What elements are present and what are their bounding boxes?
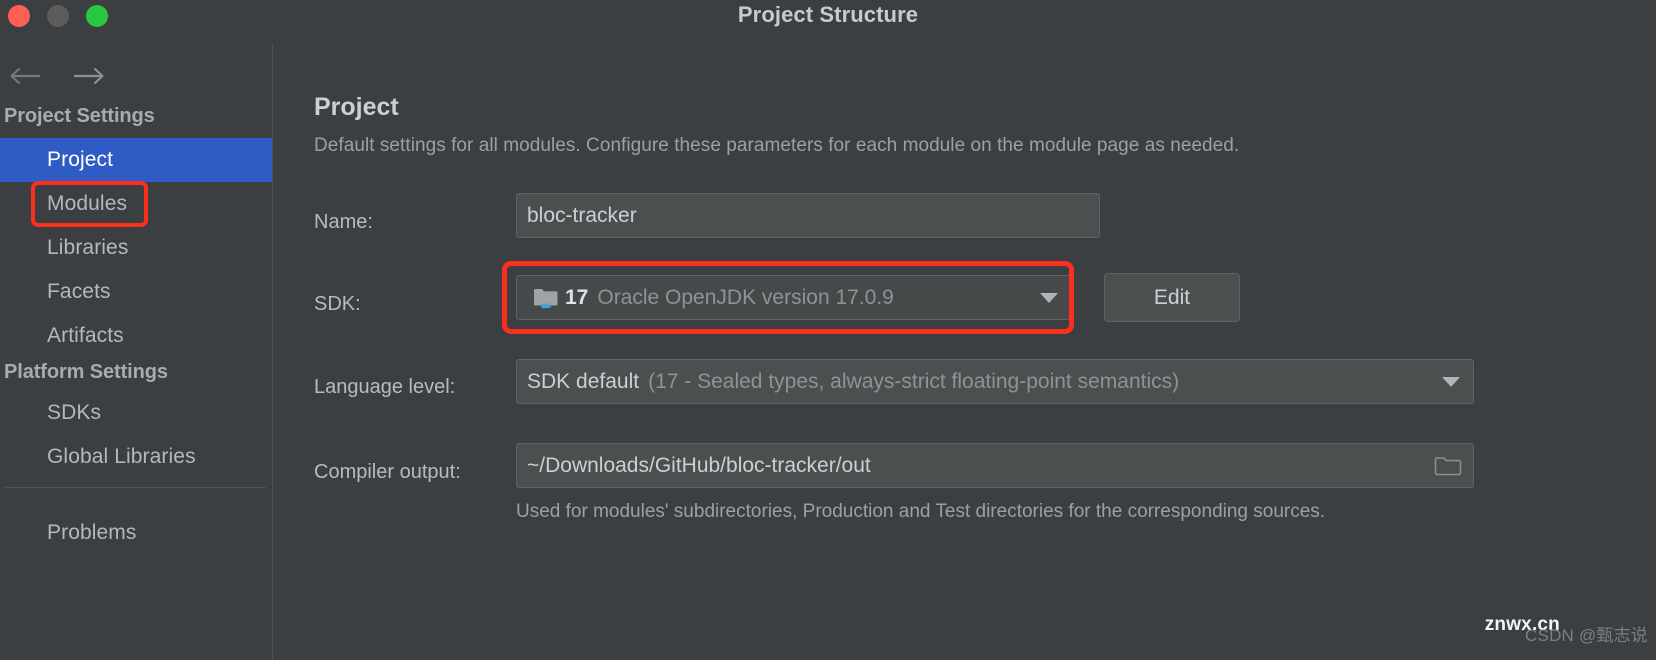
window-title: Project Structure xyxy=(737,2,919,27)
chevron-down-icon[interactable] xyxy=(1040,292,1058,303)
compiler-output-label: Compiler output: xyxy=(314,461,461,483)
sidebar: Project Settings Project Modules Librari… xyxy=(0,43,273,660)
sidebar-item-label: Global Libraries xyxy=(47,445,196,468)
sdk-description: Oracle OpenJDK version 17.0.9 xyxy=(597,285,894,309)
name-value: bloc-tracker xyxy=(527,203,637,227)
back-button[interactable] xyxy=(2,56,50,96)
sdk-label: SDK: xyxy=(314,293,361,315)
sidebar-item-project[interactable]: Project xyxy=(0,138,272,182)
sidebar-item-label: Problems xyxy=(47,521,137,544)
watermark-sub-text: CSDN @甄志说 xyxy=(1525,626,1648,645)
language-level-label: Language level: xyxy=(314,376,456,398)
forward-button[interactable] xyxy=(64,56,112,96)
sidebar-group-title-platform-settings: Platform Settings xyxy=(4,361,168,383)
sidebar-item-libraries[interactable]: Libraries xyxy=(0,226,272,270)
sidebar-item-modules[interactable]: Modules xyxy=(0,182,272,226)
navigation-arrows xyxy=(0,53,112,99)
sidebar-group-title-project-settings: Project Settings xyxy=(4,105,155,127)
sidebar-item-global-libraries[interactable]: Global Libraries xyxy=(0,435,272,479)
compiler-output-input[interactable]: ~/Downloads/GitHub/bloc-tracker/out xyxy=(516,443,1474,488)
sidebar-item-label: Modules xyxy=(47,192,128,215)
watermark: znwx.cn CSDN @甄志说 xyxy=(1448,614,1648,654)
project-structure-window: Project Structure Project Settings Proje… xyxy=(0,0,1656,660)
sdk-combobox[interactable]: 17 Oracle OpenJDK version 17.0.9 xyxy=(516,275,1072,320)
sidebar-item-artifacts[interactable]: Artifacts xyxy=(0,314,272,358)
sidebar-item-problems[interactable]: Problems xyxy=(0,511,272,555)
sdk-version-number: 17 xyxy=(565,285,589,309)
sidebar-divider xyxy=(5,487,266,488)
sidebar-item-label: SDKs xyxy=(47,401,102,424)
sidebar-item-label: Libraries xyxy=(47,236,129,259)
edit-sdk-button[interactable]: Edit xyxy=(1104,273,1240,322)
page-description: Default settings for all modules. Config… xyxy=(314,135,1240,156)
language-level-combobox[interactable]: SDK default (17 - Sealed types, always-s… xyxy=(516,359,1474,404)
compiler-output-hint: Used for modules' subdirectories, Produc… xyxy=(516,501,1326,522)
main-panel: Project Default settings for all modules… xyxy=(274,43,1656,660)
compiler-output-value: ~/Downloads/GitHub/bloc-tracker/out xyxy=(527,453,871,477)
sidebar-item-label: Project xyxy=(47,148,114,171)
sidebar-item-label: Artifacts xyxy=(47,324,124,347)
sidebar-item-sdks[interactable]: SDKs xyxy=(0,391,272,435)
sidebar-item-label: Facets xyxy=(47,280,111,303)
name-input[interactable]: bloc-tracker xyxy=(516,193,1100,238)
language-level-detail: (17 - Sealed types, always-strict floati… xyxy=(648,369,1180,393)
language-level-value: SDK default xyxy=(527,369,640,393)
edit-button-label: Edit xyxy=(1153,285,1191,309)
folder-icon[interactable] xyxy=(1433,454,1463,478)
chevron-down-icon[interactable] xyxy=(1442,376,1460,387)
titlebar: Project Structure xyxy=(0,0,1656,43)
name-label: Name: xyxy=(314,211,373,233)
jdk-folder-icon xyxy=(533,286,559,310)
sidebar-item-facets[interactable]: Facets xyxy=(0,270,272,314)
page-title: Project xyxy=(314,93,399,121)
